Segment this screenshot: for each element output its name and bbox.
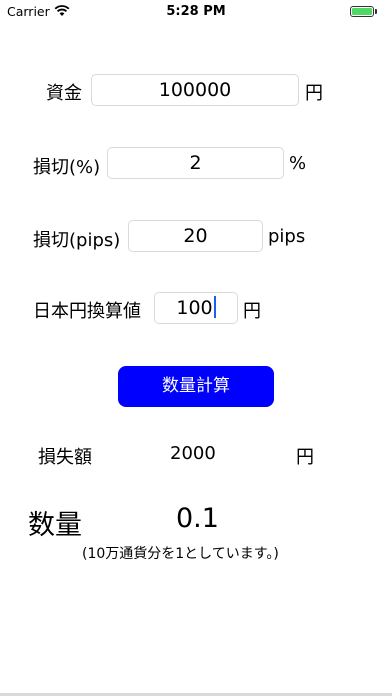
stop-loss-pips-input[interactable]: 20 (128, 220, 263, 252)
loss-amount-label: 損失額 (38, 447, 92, 468)
stop-loss-percent-input[interactable]: 2 (107, 147, 284, 179)
battery-tip (375, 9, 377, 14)
loss-amount-unit: 円 (296, 447, 314, 468)
quantity-label: 数量 (28, 510, 82, 541)
calculate-quantity-button[interactable]: 数量計算 (118, 366, 274, 407)
yen-conversion-input[interactable]: 100 (154, 292, 238, 324)
capital-unit: 円 (305, 83, 323, 104)
text-cursor (213, 296, 216, 318)
loss-amount-value: 2000 (170, 443, 216, 464)
capital-label: 資金 (46, 83, 82, 104)
battery-icon (350, 6, 374, 17)
yen-conversion-unit: 円 (243, 301, 261, 322)
stop-loss-pips-label: 損切(pips) (33, 230, 121, 251)
stop-loss-percent-unit: % (289, 153, 307, 174)
quantity-note: (10万通貨分を1としています。) (82, 546, 279, 562)
quantity-value: 0.1 (176, 503, 219, 534)
clock: 5:28 PM (166, 4, 226, 19)
stop-loss-pips-unit: pips (268, 226, 306, 247)
status-bar: Carrier 5:28 PM (0, 0, 392, 24)
capital-input[interactable]: 100000 (91, 74, 299, 106)
yen-conversion-label: 日本円換算値 (33, 301, 141, 322)
yen-conversion-value: 100 (176, 297, 213, 319)
stop-loss-percent-label: 損切(%) (33, 157, 101, 178)
